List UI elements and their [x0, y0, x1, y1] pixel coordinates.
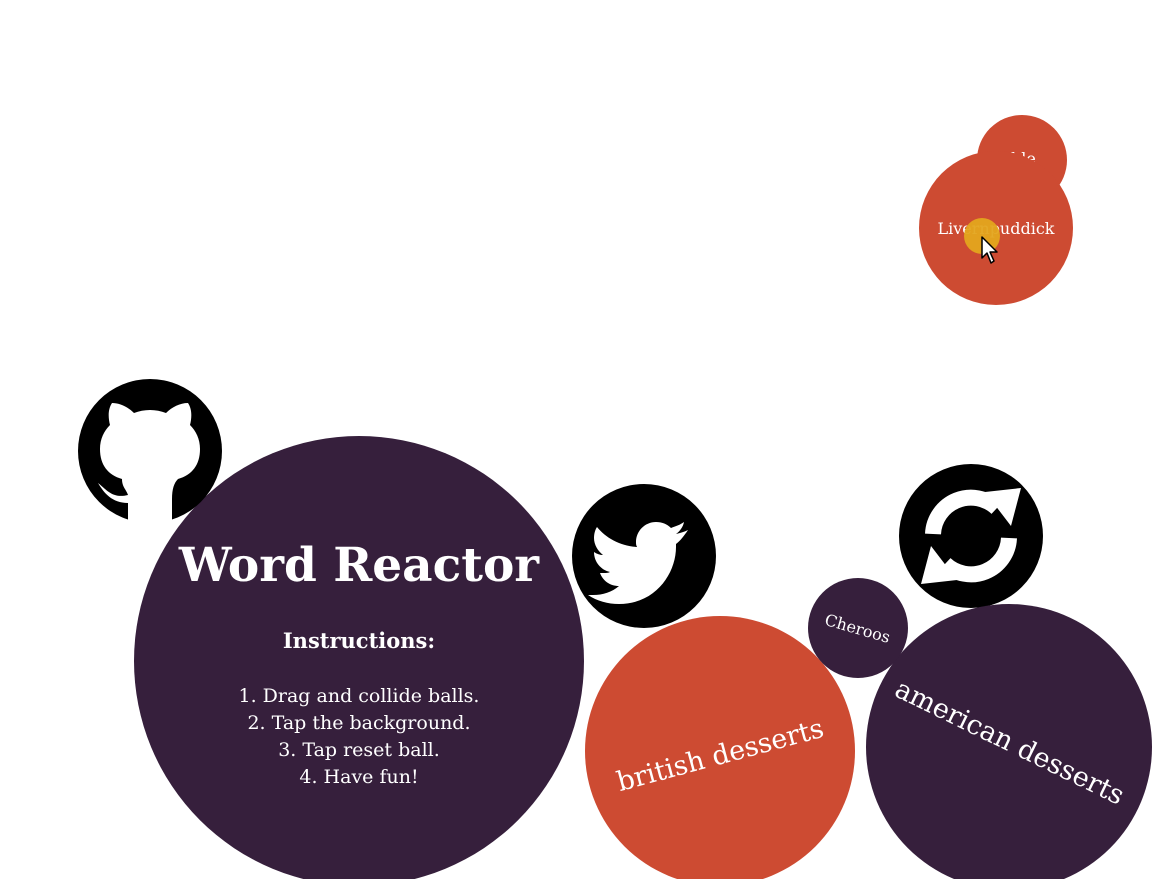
word-ball-american-desserts[interactable]: american desserts	[866, 604, 1152, 879]
instruction-item: 3. Tap reset ball.	[278, 738, 440, 761]
github-icon	[98, 403, 200, 523]
word-ball-cheroos[interactable]: Cheroos	[808, 578, 908, 678]
word-ball-label: american desserts	[889, 673, 1129, 811]
app-title: Word Reactor	[178, 538, 540, 593]
twitter-ball[interactable]	[572, 484, 716, 628]
twitter-icon	[588, 522, 688, 604]
word-ball-british-desserts[interactable]: british desserts	[585, 616, 855, 879]
github-ball[interactable]	[78, 379, 222, 523]
word-ball-livernpuddick[interactable]: Livernpuddick	[919, 151, 1073, 305]
instruction-item: 2. Tap the background.	[247, 711, 471, 734]
refresh-icon	[921, 488, 1021, 584]
instruction-item: 4. Have fun!	[299, 765, 419, 788]
word-ball-label: Cheroos	[823, 609, 893, 647]
instructions-list: 1. Drag and collide balls. 2. Tap the ba…	[239, 683, 480, 791]
word-ball-label: Livernpuddick	[937, 218, 1055, 238]
instruction-item: 1. Drag and collide balls.	[238, 684, 480, 707]
reset-ball[interactable]	[899, 464, 1043, 608]
instructions-heading: Instructions:	[282, 627, 436, 653]
word-ball-label: british desserts	[613, 712, 827, 798]
word-reactor-canvas[interactable]: Word Reactor Instructions: 1. Drag and c…	[0, 0, 1176, 879]
